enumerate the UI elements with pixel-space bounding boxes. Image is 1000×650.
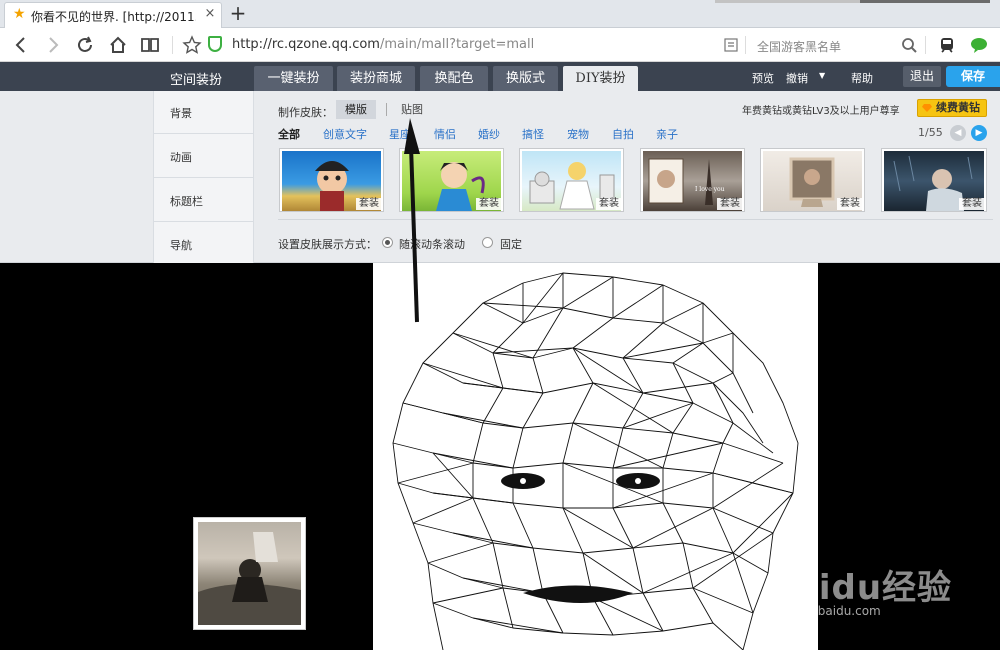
- suite-tag: 套装: [837, 198, 863, 210]
- category-creative-text[interactable]: 创意文字: [323, 126, 367, 142]
- vip-note: 年费黄钻或黄钻LV3及以上用户尊享: [742, 106, 900, 117]
- fixed-mode-radio[interactable]: [482, 237, 493, 248]
- category-couple[interactable]: 情侣: [434, 126, 456, 142]
- suite-tag: 套装: [717, 198, 743, 210]
- window-edge-dark: [860, 0, 990, 3]
- divider: [386, 103, 387, 116]
- tab-mall[interactable]: 装扮商城: [337, 66, 415, 91]
- category-selfie[interactable]: 自拍: [612, 126, 634, 142]
- divider: [172, 36, 173, 54]
- tab-title: 你看不见的世界. [http://2011...: [31, 10, 196, 24]
- favorite-star-icon: ★: [13, 6, 26, 22]
- diamond-icon: [922, 104, 932, 112]
- exit-button[interactable]: 退出: [903, 66, 941, 87]
- fixed-mode-label[interactable]: 固定: [500, 236, 522, 252]
- renew-vip-button[interactable]: 续费黄钻: [917, 99, 987, 117]
- home-icon[interactable]: [107, 34, 129, 56]
- divider: [278, 219, 993, 220]
- display-mode-label: 设置皮肤展示方式：: [278, 238, 377, 251]
- avatar-photo-frame[interactable]: [193, 517, 306, 630]
- reload-icon[interactable]: [74, 34, 96, 56]
- address-bar[interactable]: http://rc.qzone.qq.com/main/mall?target=…: [178, 32, 738, 58]
- search-icon[interactable]: [898, 34, 920, 56]
- prev-page-icon[interactable]: ◀: [950, 125, 966, 141]
- baidu-watermark-url: jingyan.baidu.com: [770, 604, 881, 618]
- category-wedding[interactable]: 婚纱: [478, 126, 500, 142]
- diy-panel: 背景 动画 标题栏 导航 制作皮肤： 模版 贴图 年费黄钻或黄钻LV3及以上用户…: [0, 91, 1000, 263]
- tab-color[interactable]: 换配色: [420, 66, 488, 91]
- preview-link[interactable]: 预览: [752, 70, 774, 86]
- undo-link[interactable]: 撤销: [786, 70, 808, 86]
- suite-tag: 套装: [476, 198, 502, 210]
- tab-close-icon[interactable]: ×: [203, 7, 217, 21]
- diy-sidebar: 背景 动画 标题栏 导航: [153, 91, 254, 263]
- skin-thumbnail[interactable]: I love you 套装: [640, 148, 745, 212]
- scroll-mode-label[interactable]: 随滚动条滚动: [399, 236, 465, 252]
- pager-text: 1/55: [918, 126, 943, 139]
- undo-dropdown-icon[interactable]: ▼: [819, 71, 825, 80]
- scroll-mode-radio[interactable]: [382, 237, 393, 248]
- avatar-photo: [198, 522, 301, 625]
- reading-mode-icon[interactable]: [139, 34, 161, 56]
- category-all[interactable]: 全部: [278, 126, 300, 142]
- tab-one-click[interactable]: 一键装扮: [254, 66, 333, 91]
- forward-icon[interactable]: [42, 34, 64, 56]
- browser-toolbar: http://rc.qzone.qq.com/main/mall?target=…: [0, 28, 1000, 62]
- next-page-icon[interactable]: ▶: [971, 125, 987, 141]
- skin-thumbnail[interactable]: 套装: [760, 148, 865, 212]
- sidebar-item-titlebar[interactable]: 标题栏: [154, 179, 254, 222]
- train-icon[interactable]: [936, 34, 958, 56]
- screen: ★ 你看不见的世界. [http://2011... × + http://rc…: [0, 0, 1000, 650]
- tab-diy[interactable]: DIY装扮: [563, 66, 638, 91]
- back-icon[interactable]: [10, 34, 32, 56]
- skin-background-image: [373, 263, 818, 650]
- sticker-tab[interactable]: 贴图: [396, 100, 428, 119]
- polygon-portrait-illustration: [392, 272, 799, 650]
- browser-tab[interactable]: ★ 你看不见的世界. [http://2011... ×: [4, 2, 222, 28]
- suite-tag: 套装: [959, 198, 985, 210]
- skin-thumbnail[interactable]: 套装: [399, 148, 504, 212]
- url-text[interactable]: http://rc.qzone.qq.com/main/mall?target=…: [232, 37, 534, 52]
- sidebar-item-animation[interactable]: 动画: [154, 135, 254, 178]
- baidu-watermark: Baidu经验: [768, 568, 953, 608]
- skin-thumbnail[interactable]: 套装: [279, 148, 384, 212]
- new-tab-button[interactable]: +: [229, 2, 247, 24]
- search-input[interactable]: 全国游客黑名单: [757, 38, 841, 55]
- svg-text:I love you: I love you: [695, 186, 725, 193]
- tab-layout[interactable]: 换版式: [493, 66, 558, 91]
- suite-tag: 套装: [596, 198, 622, 210]
- page-info-icon[interactable]: [720, 34, 742, 56]
- save-button[interactable]: 保存: [946, 66, 1000, 87]
- sidebar-item-nav[interactable]: 导航: [154, 223, 254, 266]
- wechat-icon[interactable]: [968, 34, 990, 56]
- category-family[interactable]: 亲子: [656, 126, 678, 142]
- divider: [925, 36, 926, 54]
- qzone-header: 空间装扮 一键装扮 装扮商城 换配色 换版式 DIY装扮 预览 撤销 ▼ 帮助 …: [0, 62, 1000, 91]
- category-pet[interactable]: 宠物: [567, 126, 589, 142]
- skin-thumbnail[interactable]: 套装: [519, 148, 624, 212]
- category-zodiac[interactable]: 星座: [389, 126, 411, 142]
- browser-tab-strip: ★ 你看不见的世界. [http://2011... × +: [0, 0, 1000, 28]
- skin-thumbnail[interactable]: 套装: [881, 148, 987, 212]
- qzone-title: 空间装扮: [170, 73, 223, 88]
- suite-tag: 套装: [356, 198, 382, 210]
- category-funny[interactable]: 搞怪: [522, 126, 544, 142]
- make-skin-label: 制作皮肤：: [278, 106, 333, 119]
- sidebar-item-background[interactable]: 背景: [154, 91, 254, 134]
- help-link[interactable]: 帮助: [851, 70, 873, 86]
- divider: [745, 36, 746, 54]
- template-tab[interactable]: 模版: [336, 100, 376, 119]
